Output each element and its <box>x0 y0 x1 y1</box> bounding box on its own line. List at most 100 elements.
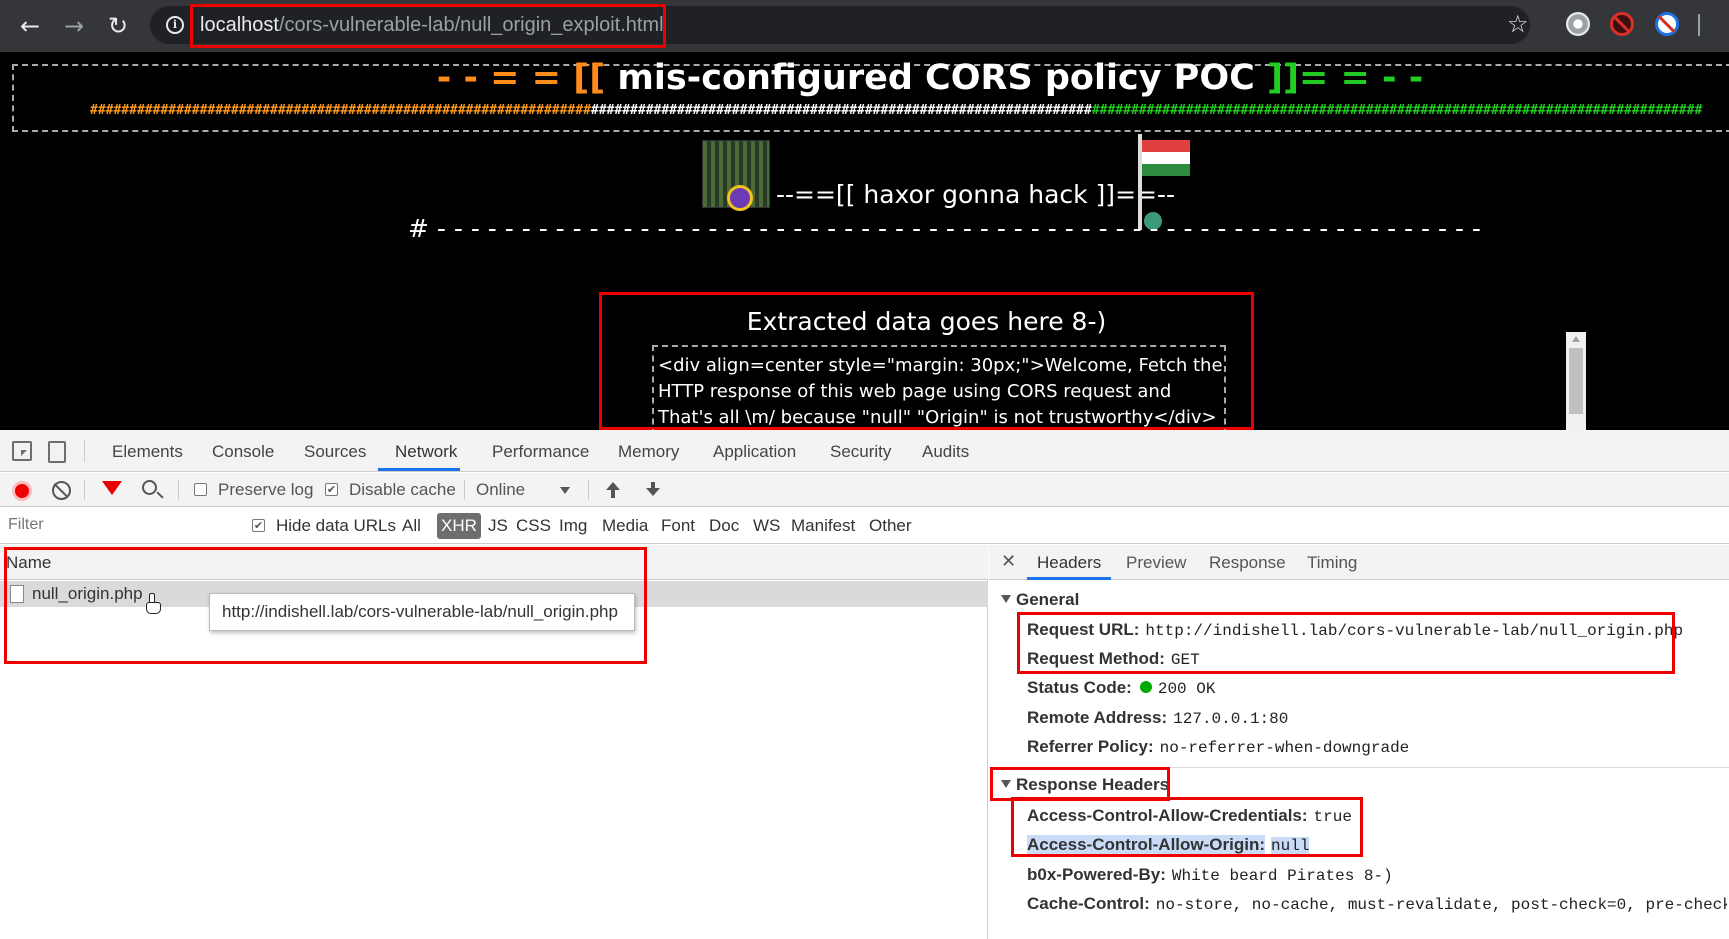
scroll-up-arrow-icon[interactable] <box>1572 336 1580 342</box>
details-tabbar: ✕ Headers Preview Response Timing <box>989 545 1729 580</box>
referrer-policy-row: Referrer Policy: no-referrer-when-downgra… <box>1027 737 1409 757</box>
search-icon[interactable] <box>142 480 157 495</box>
extension-blocker-icon[interactable] <box>1610 12 1634 36</box>
preserve-log-checkbox[interactable] <box>194 483 207 496</box>
title-suffix-tail: = = - - <box>1298 58 1424 98</box>
tab-network[interactable]: Network <box>395 442 457 462</box>
remote-address-key: Remote Address: <box>1027 708 1168 727</box>
extracted-text: <div align=center style="margin: 30px;">… <box>658 355 1223 428</box>
site-info-icon[interactable]: i <box>166 16 184 34</box>
request-highlight-box <box>4 547 647 664</box>
device-toolbar-icon[interactable] <box>48 441 66 463</box>
general-highlight-box <box>1017 612 1675 674</box>
title-prefix: - - = = [[ <box>436 58 618 98</box>
referrer-policy-value: no-referrer-when-downgrade <box>1159 739 1410 757</box>
request-details-panel: ✕ Headers Preview Response Timing Genera… <box>989 545 1729 939</box>
cache-control-row: Cache-Control: no-store, no-cache, must-r… <box>1027 894 1727 914</box>
filter-doc[interactable]: Doc <box>709 516 739 536</box>
powered-by-key: b0x-Powered-By: <box>1027 865 1166 884</box>
browser-toolbar: ← → ↻ i localhost/cors-vulnerable-lab/nu… <box>0 0 1729 52</box>
active-tab-indicator <box>1027 577 1111 580</box>
filter-img[interactable]: Img <box>559 516 587 536</box>
remote-address-value: 127.0.0.1:80 <box>1173 710 1289 728</box>
chevron-down-icon[interactable] <box>560 487 570 494</box>
extracted-title: Extracted data goes here 8-) <box>746 307 1107 336</box>
filter-font[interactable]: Font <box>661 516 695 536</box>
tab-sources[interactable]: Sources <box>304 442 366 462</box>
flag-stripe-green <box>1142 164 1190 176</box>
hacker-gif-image <box>702 140 770 211</box>
filter-manifest[interactable]: Manifest <box>791 516 855 536</box>
toolbar-divider <box>1698 14 1700 36</box>
tab-audits[interactable]: Audits <box>922 442 969 462</box>
cache-control-value: no-store, no-cache, must-revalidate, pos… <box>1155 896 1727 914</box>
filter-xhr[interactable]: XHR <box>437 513 481 539</box>
request-list: Name null_origin.php http://indishell.la… <box>0 545 988 939</box>
hide-data-urls-label[interactable]: Hide data URLs <box>276 516 396 536</box>
general-section-toggle[interactable]: General <box>1001 590 1079 610</box>
inspect-element-icon[interactable] <box>12 441 32 461</box>
flag-stripe-red <box>1142 140 1190 152</box>
tab-performance[interactable]: Performance <box>492 442 589 462</box>
import-har-icon[interactable] <box>606 482 620 498</box>
forward-arrow-icon[interactable]: → <box>56 8 92 44</box>
tab-headers[interactable]: Headers <box>1037 553 1101 573</box>
tab-application[interactable]: Application <box>713 442 796 462</box>
tab-preview[interactable]: Preview <box>1126 553 1186 573</box>
status-code-key: Status Code: <box>1027 678 1132 697</box>
tab-console[interactable]: Console <box>212 442 274 462</box>
tabbar-divider <box>84 440 85 462</box>
filter-all[interactable]: All <box>402 516 421 536</box>
extension-record-icon[interactable] <box>1566 12 1590 36</box>
preserve-log-label[interactable]: Preserve log <box>218 480 313 500</box>
cache-control-key: Cache-Control: <box>1027 894 1150 913</box>
toolbar-divider <box>588 480 589 500</box>
response-headers-highlight-box <box>990 767 1170 801</box>
throttle-select[interactable]: Online <box>476 480 525 500</box>
expand-triangle-icon <box>1001 595 1011 603</box>
powered-by-row: b0x-Powered-By: White beard Pirates 8-) <box>1027 865 1393 885</box>
extension-noscript-icon[interactable] <box>1655 12 1679 36</box>
bookmark-star-icon[interactable]: ☆ <box>1507 10 1529 38</box>
devtools-tabbar: Elements Console Sources Network Perform… <box>0 430 1729 472</box>
network-toolbar: Preserve log ✔ Disable cache Online <box>0 473 1729 507</box>
haxor-caption: --==[[ haxor gonna hack ]]==-- <box>776 180 1175 209</box>
flag-stripe-white <box>1142 152 1190 164</box>
disable-cache-label[interactable]: Disable cache <box>349 480 456 500</box>
scroll-thumb[interactable] <box>1569 348 1583 414</box>
close-icon[interactable]: ✕ <box>1001 551 1016 572</box>
disable-cache-checkbox[interactable]: ✔ <box>325 483 338 496</box>
devtools-panel: Elements Console Sources Network Perform… <box>0 430 1729 939</box>
status-code-row: Status Code: 200 OK <box>1027 678 1215 698</box>
toolbar-divider <box>84 480 85 500</box>
tab-security[interactable]: Security <box>830 442 891 462</box>
filter-icon[interactable] <box>102 481 122 495</box>
tab-elements[interactable]: Elements <box>112 442 183 462</box>
toolbar-divider <box>464 480 465 500</box>
tab-timing[interactable]: Timing <box>1307 553 1357 573</box>
filter-ws[interactable]: WS <box>753 516 780 536</box>
record-icon[interactable] <box>12 481 32 501</box>
filter-other[interactable]: Other <box>869 516 912 536</box>
status-ok-dot-icon <box>1139 681 1152 693</box>
general-title: General <box>1016 590 1080 609</box>
filter-input[interactable] <box>4 512 232 538</box>
filter-css[interactable]: CSS <box>516 516 551 536</box>
filter-js[interactable]: JS <box>488 516 508 536</box>
remote-address-row: Remote Address: 127.0.0.1:80 <box>1027 708 1288 728</box>
hash-green: ########################################… <box>1091 104 1703 118</box>
tab-memory[interactable]: Memory <box>618 442 679 462</box>
filter-media[interactable]: Media <box>602 516 648 536</box>
status-code-value: 200 OK <box>1157 680 1216 698</box>
extracted-content: <div align=center style="margin: 30px;">… <box>652 345 1226 430</box>
back-arrow-icon[interactable]: ← <box>12 8 48 44</box>
export-har-icon[interactable] <box>646 482 660 498</box>
hash-white: ########################################… <box>590 104 1092 118</box>
tab-response[interactable]: Response <box>1209 553 1286 573</box>
hide-data-urls-checkbox[interactable]: ✔ <box>252 519 265 532</box>
page-scrollbar[interactable] <box>1566 332 1586 430</box>
page-title: - - = = [[ mis-configured CORS policy PO… <box>0 58 1729 98</box>
reload-icon[interactable]: ↻ <box>100 8 136 44</box>
clear-icon[interactable] <box>52 481 71 500</box>
dashed-separator: # - - - - - - - - - - - - - - - - - - - … <box>408 214 1488 243</box>
